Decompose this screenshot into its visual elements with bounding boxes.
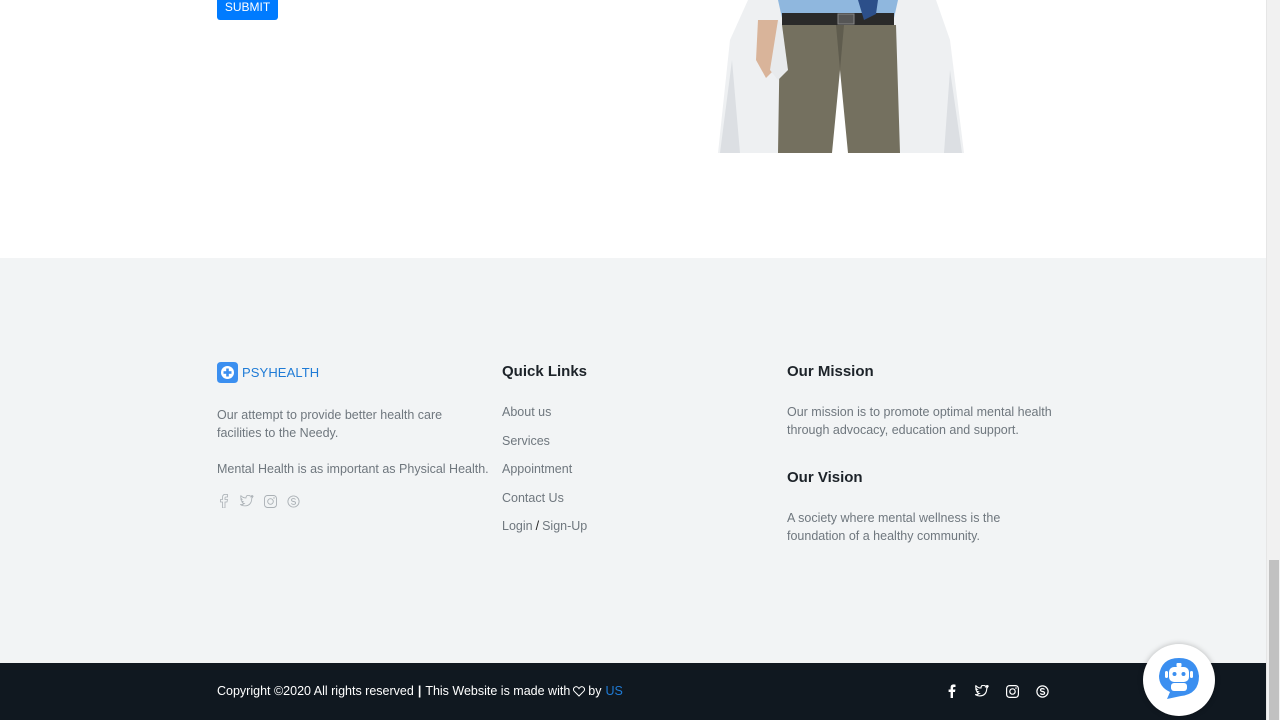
submit-label: SUBMIT	[224, 0, 271, 14]
chatbot-button[interactable]	[1143, 644, 1215, 716]
top-section: SUBMIT	[0, 0, 1266, 258]
quick-links-list: About us Services Appointment Contact Us…	[502, 403, 587, 546]
link-about-us[interactable]: About us	[502, 403, 587, 432]
mission-heading: Our Mission	[787, 363, 874, 380]
facebook-icon[interactable]	[217, 494, 231, 508]
scrollbar[interactable]	[1266, 0, 1280, 720]
copyright: Copyright ©2020 All rights reserved | Th…	[217, 684, 623, 698]
login-separator: /	[535, 519, 540, 533]
chatbot-icon	[1157, 656, 1201, 705]
us-link[interactable]: US	[605, 684, 622, 698]
skype-icon[interactable]	[1034, 683, 1050, 699]
bottom-social-links	[944, 683, 1050, 699]
vision-heading: Our Vision	[787, 469, 863, 486]
footer: PSYHEALTH Our attempt to provide better …	[0, 258, 1266, 663]
login-signup-row: Login / Sign-Up	[502, 517, 587, 546]
link-contact-us[interactable]: Contact Us	[502, 489, 587, 518]
instagram-icon[interactable]	[1004, 683, 1020, 699]
submit-button[interactable]: SUBMIT	[217, 0, 278, 20]
plus-icon	[217, 362, 238, 383]
link-services[interactable]: Services	[502, 432, 587, 461]
quick-links-heading: Quick Links	[502, 363, 588, 380]
by-text: by	[588, 684, 602, 698]
link-signup[interactable]: Sign-Up	[542, 519, 587, 533]
copyright-text: Copyright ©2020 All rights reserved	[217, 684, 414, 698]
scrollbar-thumb[interactable]	[1269, 560, 1279, 720]
brand[interactable]: PSYHEALTH	[217, 362, 319, 383]
brand-name: PSYHEALTH	[242, 365, 320, 380]
heart-icon	[573, 685, 586, 697]
copyright-pipe: |	[417, 684, 422, 698]
twitter-icon[interactable]	[240, 494, 254, 508]
skype-icon[interactable]	[286, 494, 300, 508]
link-appointment[interactable]: Appointment	[502, 460, 587, 489]
about-tagline: Mental Health is as important as Physica…	[217, 462, 489, 476]
made-with-text: This Website is made with	[425, 684, 571, 698]
doctor-image	[718, 0, 964, 153]
instagram-icon[interactable]	[263, 494, 277, 508]
vision-text: A society where mental wellness is the f…	[787, 511, 1001, 543]
facebook-icon[interactable]	[944, 683, 960, 699]
bottom-bar: Copyright ©2020 All rights reserved | Th…	[0, 663, 1266, 720]
link-login[interactable]: Login	[502, 519, 533, 533]
footer-social-links	[217, 494, 300, 508]
twitter-icon[interactable]	[974, 683, 990, 699]
mission-text: Our mission is to promote optimal mental…	[787, 405, 1052, 437]
about-text: Our attempt to provide better health car…	[217, 408, 443, 440]
